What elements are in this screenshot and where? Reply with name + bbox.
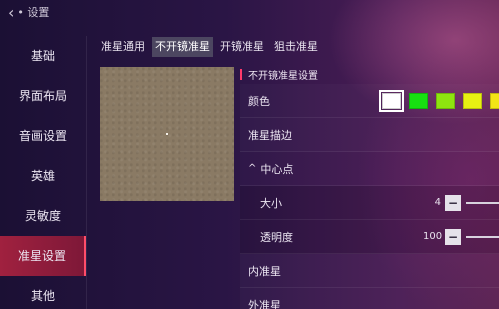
settings-panel: 不开镜准星设置 颜色 准星描边 ^ 中心点 大小 4 − 透明度 100 − 内… — [240, 64, 499, 309]
sidebar-item-crosshair[interactable]: 准星设置 — [0, 236, 86, 276]
inner-crosshair-label: 内准星 — [248, 264, 281, 278]
color-swatch-yellow[interactable] — [490, 92, 499, 109]
tab-scoped[interactable]: 开镜准星 — [217, 37, 267, 57]
outline-label: 准星描边 — [248, 128, 292, 142]
opacity-label: 透明度 — [260, 230, 293, 244]
size-label: 大小 — [260, 196, 282, 210]
top-bar: ‹ • 设置 — [0, 0, 499, 24]
section-title: 不开镜准星设置 — [248, 70, 318, 82]
crosshair-center-dot — [166, 133, 168, 135]
crosshair-preview — [100, 67, 234, 201]
tab-general[interactable]: 准星通用 — [98, 37, 148, 57]
sidebar: 基础 界面布局 音画设置 英雄 灵敏度 准星设置 其他 — [0, 36, 87, 309]
color-swatch-green[interactable] — [409, 92, 428, 109]
size-decrease-button[interactable]: − — [445, 194, 461, 211]
sidebar-item-sensitivity[interactable]: 灵敏度 — [0, 196, 86, 236]
sidebar-item-audio-video[interactable]: 音画设置 — [0, 116, 86, 156]
color-label: 颜色 — [248, 94, 270, 108]
center-dot-row[interactable]: ^ 中心点 — [240, 152, 499, 186]
tab-sniper[interactable]: 狙击准星 — [271, 37, 321, 57]
sidebar-item-basic[interactable]: 基础 — [0, 36, 86, 76]
color-swatch-lime[interactable] — [436, 92, 455, 109]
sidebar-item-ui-layout[interactable]: 界面布局 — [0, 76, 86, 116]
inner-crosshair-row[interactable]: 内准星 — [240, 254, 499, 288]
section-header: 不开镜准星设置 — [240, 64, 499, 84]
size-row: 大小 4 − — [240, 186, 499, 220]
color-row: 颜色 — [240, 84, 499, 118]
color-swatch-yellow-green[interactable] — [463, 92, 482, 109]
opacity-decrease-button[interactable]: − — [445, 228, 461, 245]
color-swatches — [379, 89, 499, 112]
sidebar-item-other[interactable]: 其他 — [0, 276, 86, 309]
sidebar-item-hero[interactable]: 英雄 — [0, 156, 86, 196]
size-slider[interactable] — [466, 201, 499, 204]
chevron-up-icon[interactable]: ^ — [248, 163, 256, 174]
center-dot-label: 中心点 — [260, 162, 294, 176]
opacity-slider[interactable] — [466, 235, 499, 238]
outline-row[interactable]: 准星描边 — [240, 118, 499, 152]
section-accent-bar — [240, 68, 242, 80]
chevron-left-icon[interactable]: ‹ — [8, 3, 14, 22]
outer-crosshair-label: 外准星 — [248, 298, 281, 309]
color-swatch-white[interactable] — [379, 89, 404, 112]
opacity-value: 100 — [423, 231, 443, 242]
page-title: • 设置 — [17, 6, 50, 19]
tab-hipfire[interactable]: 不开镜准星 — [152, 37, 213, 57]
opacity-row: 透明度 100 − — [240, 220, 499, 254]
crosshair-tabs: 准星通用 不开镜准星 开镜准星 狙击准星 — [98, 37, 321, 57]
outer-crosshair-row[interactable]: 外准星 — [240, 288, 499, 309]
size-value: 4 — [434, 197, 441, 208]
